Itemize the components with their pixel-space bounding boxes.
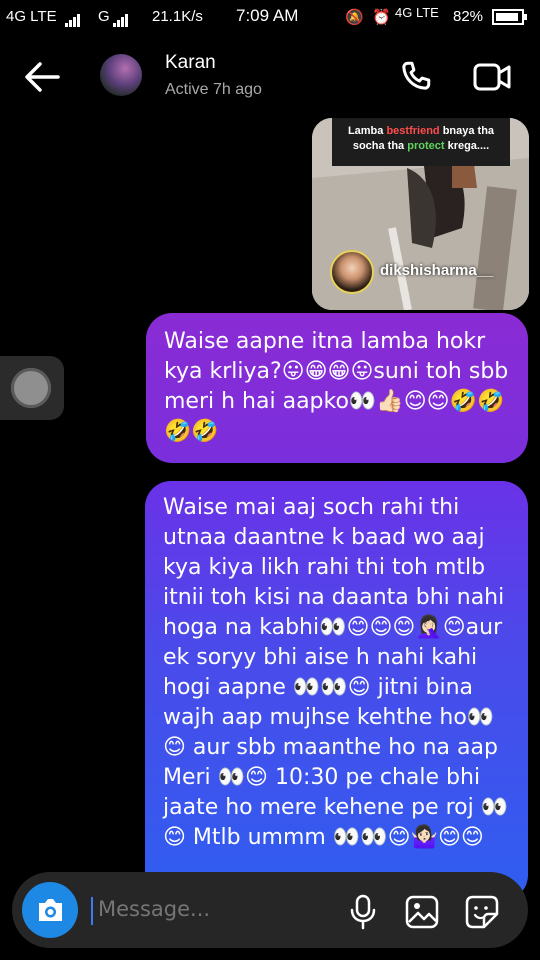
clock: 7:09 AM	[236, 6, 299, 25]
battery-icon	[492, 9, 528, 29]
message-bubble[interactable]: Waise mai aaj soch rahi thi utnaa daantn…	[145, 481, 528, 901]
signal-icon	[64, 10, 80, 27]
battery-percent: 82%	[453, 8, 484, 25]
video-call-icon[interactable]	[472, 60, 512, 94]
caption-text-1: Lamba	[347, 125, 387, 137]
active-status: Active 7h ago	[165, 81, 262, 98]
network-label-1: 4G LTE	[6, 8, 57, 25]
assistive-touch-dot	[11, 368, 51, 408]
status-bar: 4G LTE G 21.1K/s 7:09 AM 🔕 ⏰ 4G LTE 82%	[0, 0, 540, 34]
post-caption: Lamba bestfriend bnaya tha socha tha pro…	[332, 118, 510, 166]
network-label-2: G	[98, 8, 110, 25]
network-label-3: 4G LTE	[395, 5, 439, 20]
sticker-icon[interactable]	[464, 894, 500, 930]
gallery-icon[interactable]	[404, 894, 440, 930]
net-speed: 21.1K/s	[152, 8, 203, 25]
caption-highlight-green: protect	[407, 140, 445, 152]
contact-name[interactable]: Karan	[165, 52, 216, 74]
author-avatar[interactable]	[330, 250, 374, 294]
message-composer	[12, 872, 528, 948]
assistive-touch-button[interactable]	[0, 356, 64, 420]
mute-icon: 🔕	[345, 9, 364, 26]
microphone-icon[interactable]	[348, 894, 378, 930]
text-cursor	[91, 897, 93, 925]
message-bubble[interactable]: Waise aapne itna lamba hokr kya krliya?😛…	[146, 313, 528, 463]
caption-highlight-red: bestfriend	[386, 125, 440, 137]
camera-icon	[39, 899, 62, 921]
chat-header: Karan Active 7h ago	[0, 40, 540, 114]
shared-post[interactable]: Lamba bestfriend bnaya tha socha tha pro…	[312, 118, 529, 310]
alarm-icon: ⏰	[372, 9, 391, 26]
avatar[interactable]	[100, 54, 142, 96]
signal-icon-2	[112, 10, 128, 27]
phone-icon[interactable]	[398, 58, 434, 94]
back-arrow-icon[interactable]	[22, 60, 62, 94]
message-input[interactable]	[96, 896, 300, 922]
camera-button[interactable]	[22, 882, 78, 938]
author-handle[interactable]: dikshisharma__	[380, 262, 493, 279]
caption-text-3: krega....	[444, 140, 490, 152]
